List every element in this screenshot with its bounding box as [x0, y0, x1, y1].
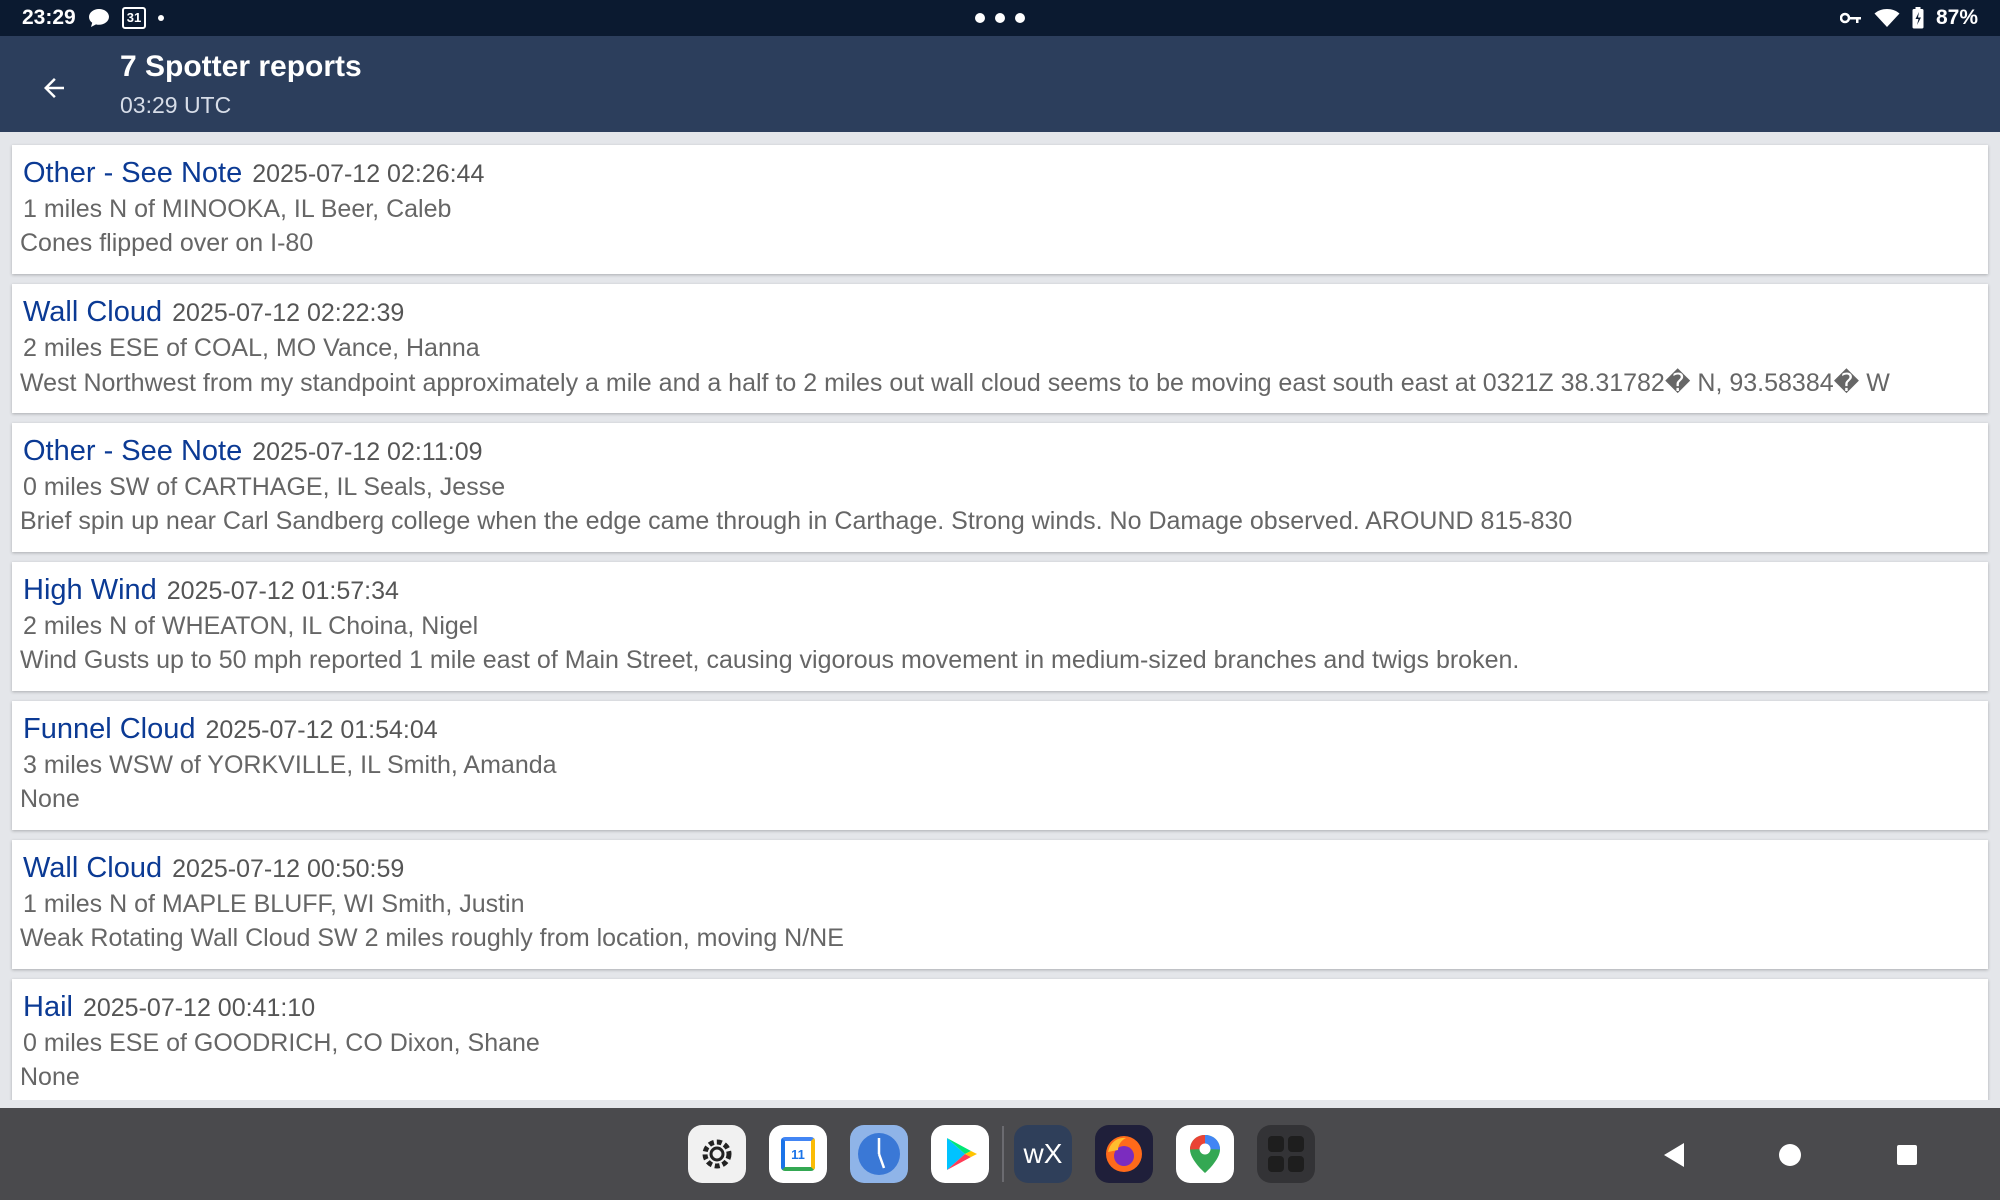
- status-bar: 23:29 31 87%: [0, 0, 2000, 36]
- key-icon: [1839, 11, 1862, 25]
- system-taskbar: 11 wX: [0, 1108, 2000, 1200]
- report-card[interactable]: High Wind 2025-07-12 01:57:34 2 miles N o…: [12, 562, 1988, 691]
- report-card[interactable]: Hail 2025-07-12 00:41:10 0 miles ESE of G…: [12, 979, 1988, 1100]
- report-location: 1 miles N of MINOOKA, IL Beer, Caleb: [23, 195, 452, 223]
- report-type: Other - See Note: [23, 157, 243, 189]
- report-location: 3 miles WSW of YORKVILLE, IL Smith, Aman…: [23, 751, 557, 779]
- report-note: None: [20, 785, 80, 813]
- report-time: 2025-07-12 01:57:34: [166, 577, 399, 605]
- page-title: 7 Spotter reports: [120, 50, 362, 83]
- play-store-icon[interactable]: [931, 1125, 989, 1183]
- wifi-icon: [1874, 8, 1900, 28]
- report-type: Funnel Cloud: [23, 713, 196, 745]
- status-time: 23:29: [22, 6, 76, 29]
- report-location: 1 miles N of MAPLE BLUFF, WI Smith, Just…: [23, 890, 525, 918]
- report-card[interactable]: Funnel Cloud 2025-07-12 01:54:04 3 miles …: [12, 701, 1988, 830]
- report-time: 2025-07-12 02:26:44: [252, 160, 485, 188]
- spotter-report-list[interactable]: Other - See Note 2025-07-12 02:26:44 1 mi…: [0, 132, 2000, 1100]
- report-location: 2 miles N of WHEATON, IL Choina, Nigel: [23, 612, 479, 640]
- report-location: 0 miles ESE of GOODRICH, CO Dixon, Shane: [23, 1029, 540, 1057]
- notification-dot: [158, 15, 165, 21]
- report-note: West Northwest from my standpoint approx…: [20, 369, 1890, 397]
- maps-icon[interactable]: [1176, 1125, 1234, 1183]
- report-type: High Wind: [23, 574, 157, 606]
- report-time: 2025-07-12 00:50:59: [172, 855, 405, 883]
- report-time: 2025-07-12 00:41:10: [82, 994, 316, 1022]
- report-type: Wall Cloud: [23, 852, 163, 884]
- report-location: 0 miles SW of CARTHAGE, IL Seals, Jesse: [23, 473, 506, 501]
- back-button[interactable]: [26, 60, 82, 116]
- more-dots: [975, 13, 1025, 23]
- report-note: Cones flipped over on I-80: [20, 229, 314, 257]
- arrow-left-icon: [44, 78, 64, 98]
- dock-divider: [1002, 1126, 1004, 1182]
- report-card[interactable]: Other - See Note 2025-07-12 02:11:09 0 mi…: [12, 423, 1988, 552]
- report-note: Weak Rotating Wall Cloud SW 2 miles roug…: [20, 924, 844, 952]
- nav-recents-button[interactable]: [1890, 1138, 1924, 1172]
- nav-home-button[interactable]: [1773, 1138, 1807, 1172]
- report-type: Wall Cloud: [23, 296, 163, 328]
- app-drawer-icon[interactable]: [1257, 1125, 1315, 1183]
- report-time: 2025-07-12 02:22:39: [172, 299, 405, 327]
- google-calendar-icon[interactable]: 11: [769, 1125, 827, 1183]
- report-time: 2025-07-12 02:11:09: [252, 438, 483, 466]
- report-type: Hail: [23, 991, 73, 1023]
- report-card[interactable]: Other - See Note 2025-07-12 02:26:44 1 mi…: [12, 145, 1988, 274]
- settings-icon[interactable]: [688, 1125, 746, 1183]
- circle-home-icon: [1779, 1144, 1801, 1166]
- report-note: None: [20, 1063, 80, 1091]
- report-note: Wind Gusts up to 50 mph reported 1 mile …: [20, 646, 1520, 674]
- wx-app-icon[interactable]: wX: [1014, 1125, 1072, 1183]
- calendar-icon: 31: [121, 7, 147, 29]
- report-card[interactable]: Wall Cloud 2025-07-12 00:50:59 1 miles N …: [12, 840, 1988, 969]
- chat-icon: [88, 8, 110, 28]
- nav-back-button[interactable]: [1657, 1138, 1691, 1172]
- clock-icon[interactable]: [850, 1125, 908, 1183]
- battery-icon: [1912, 7, 1924, 29]
- triangle-back-icon: [1664, 1143, 1684, 1167]
- report-time: 2025-07-12 01:54:04: [205, 716, 438, 744]
- app-toolbar: 7 Spotter reports 03:29 UTC: [0, 36, 2000, 132]
- app-dock: 11 wX: [688, 1125, 1338, 1183]
- page-subtitle: 03:29 UTC: [120, 92, 232, 118]
- report-card[interactable]: Wall Cloud 2025-07-12 02:22:39 2 miles ES…: [12, 284, 1988, 413]
- report-location: 2 miles ESE of COAL, MO Vance, Hanna: [23, 334, 480, 362]
- report-type: Other - See Note: [23, 435, 243, 467]
- firefox-icon[interactable]: [1095, 1125, 1153, 1183]
- report-note: Brief spin up near Carl Sandberg college…: [20, 507, 1573, 535]
- battery-percent: 87%: [1935, 6, 1978, 29]
- square-recents-icon: [1897, 1145, 1917, 1165]
